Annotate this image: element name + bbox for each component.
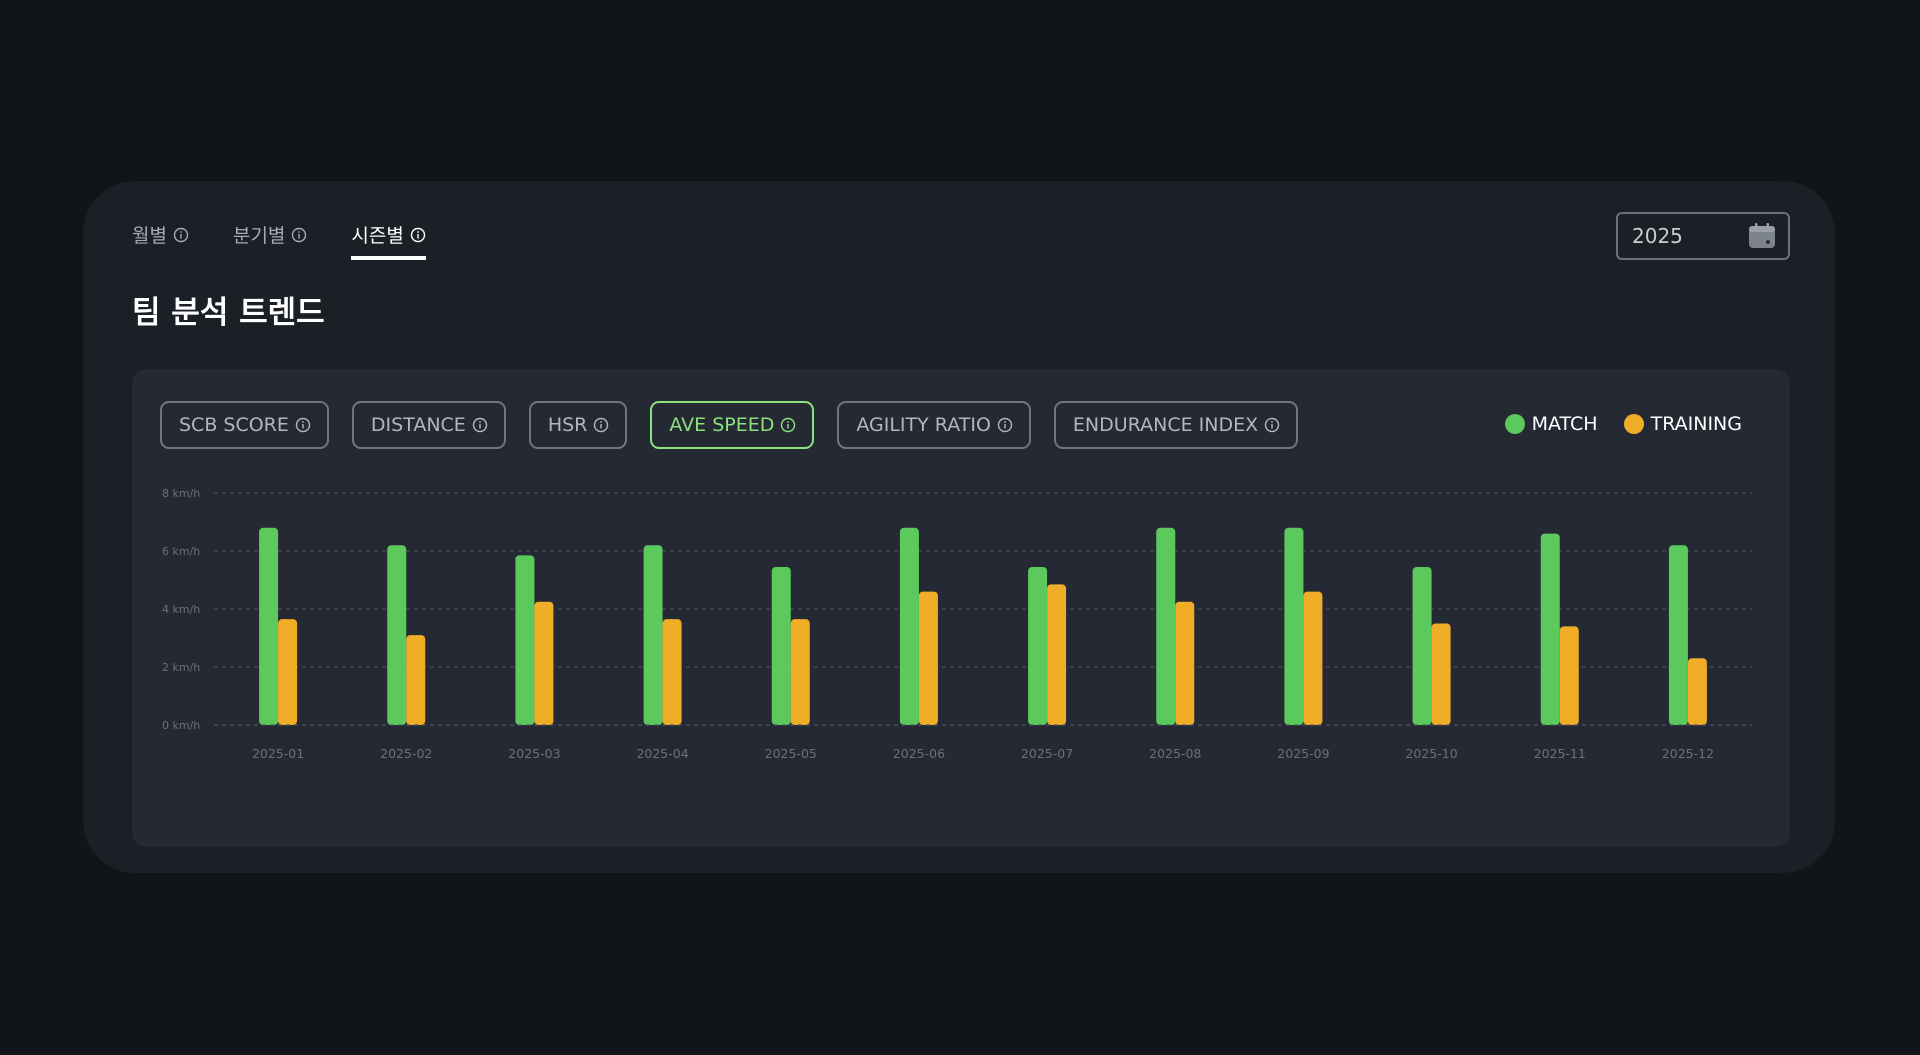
bar-training [1687,658,1707,725]
tab-season[interactable]: 시즌별 [351,221,426,260]
bar-match [259,527,279,725]
bar-match [1156,527,1176,725]
x-tick-label: 2025-10 [1405,746,1457,761]
bar-training [1047,584,1067,725]
bar-match [387,545,407,725]
bar-training [1559,626,1579,725]
bar-match [771,566,791,725]
bar-training [1431,623,1451,725]
y-tick-label: 4 km/h [162,603,200,616]
tab-monthly-label: 월별 [132,225,167,247]
team-trend-card: 월별 분기별 시즌별 팀 분석 트렌드 2025 SCB SCORE DISTA… [83,181,1835,873]
bar-match [515,555,535,725]
year-value: 2025 [1632,224,1683,248]
period-tabs: 월별 분기별 시즌별 [132,221,470,260]
bar-training [406,635,426,725]
x-tick-label: 2025-03 [508,746,560,761]
x-tick-label: 2025-07 [1021,746,1073,761]
x-tick-label: 2025-01 [252,746,304,761]
x-tick-label: 2025-08 [1149,746,1201,761]
x-tick-label: 2025-06 [893,746,945,761]
bar-training [278,619,298,725]
bar-training [1175,601,1195,725]
bar-match [1668,545,1688,725]
page-title: 팀 분석 트렌드 [132,295,325,331]
info-icon[interactable] [410,227,426,243]
calendar-icon[interactable] [1748,223,1776,249]
bar-training [534,601,554,725]
y-tick-label: 0 km/h [162,719,200,732]
bar-match [1540,533,1560,725]
year-picker[interactable]: 2025 [1616,212,1790,260]
bar-training [662,619,682,725]
bar-training [790,619,810,725]
tab-season-label: 시즌별 [351,225,404,247]
y-tick-label: 8 km/h [162,487,200,500]
bar-chart: 0 km/h 2 km/h 4 km/h 6 km/h 8 km/h 2025-01 202… [162,487,1752,761]
x-tick-label: 2025-04 [636,746,688,761]
x-tick-label: 2025-09 [1277,746,1329,761]
bar-match [899,527,919,725]
bar-match [1284,527,1304,725]
x-tick-label: 2025-12 [1662,746,1714,761]
y-tick-label: 6 km/h [162,545,200,558]
x-tick-label: 2025-02 [380,746,432,761]
bar-training [918,591,938,725]
tab-quarterly-label: 분기별 [232,225,286,247]
info-icon[interactable] [291,227,307,243]
chart-panel: SCB SCORE DISTANCE HSR AVE SPEED AGILITY… [132,369,1790,847]
y-tick-label: 2 km/h [162,661,200,674]
tab-quarterly[interactable]: 분기별 [233,221,307,260]
bar-match [643,545,663,725]
bar-match [1028,566,1048,725]
x-tick-label: 2025-11 [1534,746,1586,761]
x-tick-label: 2025-05 [765,746,817,761]
bar-match [1412,566,1432,725]
bar-training [1303,591,1323,725]
info-icon[interactable] [173,227,189,243]
tab-monthly[interactable]: 월별 [132,221,189,260]
